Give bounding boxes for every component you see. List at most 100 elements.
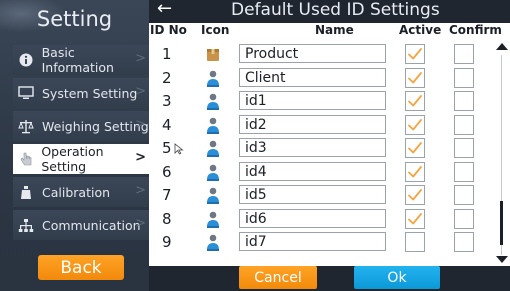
vertical-scrollbar[interactable] — [494, 43, 510, 268]
scale-icon — [15, 115, 37, 137]
sidebar-item-label: Operation Setting — [41, 144, 104, 174]
active-checkbox[interactable] — [405, 67, 425, 88]
back-arrow-icon[interactable]: ← — [157, 0, 172, 19]
id-name-field[interactable]: Client — [239, 67, 386, 87]
page-title: Default Used ID Settings — [231, 0, 440, 20]
table-row[interactable]: 7 id5 — [149, 184, 493, 208]
person-icon — [205, 186, 221, 205]
chevron-right-icon: > — [135, 150, 146, 165]
person-icon — [205, 92, 221, 111]
person-icon — [205, 69, 221, 88]
footer-bar: Cancel Ok — [149, 266, 510, 291]
active-checkbox[interactable] — [405, 44, 425, 64]
sidebar-item-weighing-setting[interactable]: Weighing Setting > — [13, 111, 149, 141]
row-id-number: 9 — [162, 233, 172, 251]
chevron-right-icon: > — [135, 51, 146, 66]
person-icon — [205, 116, 221, 135]
scroll-up-arrow-icon[interactable] — [496, 43, 508, 50]
chevron-right-icon: > — [135, 84, 146, 99]
sidebar-item-label: Basic Information — [41, 45, 114, 75]
id-name-field[interactable]: id4 — [239, 161, 386, 181]
sidebar-item-basic-information[interactable]: Basic Information > — [13, 45, 149, 75]
row-id-number: 5 — [162, 139, 172, 157]
sidebar-item-label: System Setting — [42, 85, 138, 101]
confirm-checkbox[interactable] — [454, 44, 474, 64]
back-button[interactable]: Back — [38, 255, 124, 280]
column-header-name: Name — [315, 23, 354, 37]
row-id-number: 1 — [162, 45, 172, 63]
table-row[interactable]: 3 id1 — [149, 90, 493, 114]
person-icon — [205, 210, 221, 229]
main-panel: ← Default Used ID Settings ID No Icon Na… — [149, 0, 510, 291]
id-name-field[interactable]: id6 — [239, 208, 386, 228]
column-header-id-no: ID No — [150, 23, 187, 37]
id-table: 1 Product 2 Client 3 id1 4 id2 5 id3 6 id4 7 id5 8 id6 9… — [149, 43, 493, 255]
active-checkbox[interactable] — [405, 185, 425, 205]
person-icon — [205, 233, 221, 252]
hand-icon — [15, 148, 36, 170]
confirm-checkbox[interactable] — [454, 208, 474, 229]
mouse-cursor-icon — [174, 143, 184, 158]
id-name-field[interactable]: id5 — [239, 185, 386, 204]
network-icon — [15, 214, 37, 236]
active-checkbox[interactable] — [405, 138, 425, 158]
table-row[interactable]: 6 id4 — [149, 161, 493, 185]
scroll-down-arrow-icon[interactable] — [496, 256, 508, 263]
row-id-number: 7 — [162, 186, 172, 204]
confirm-checkbox[interactable] — [454, 114, 474, 135]
active-checkbox[interactable] — [405, 161, 425, 182]
id-name-field[interactable]: Product — [239, 44, 386, 63]
cancel-button[interactable]: Cancel — [239, 266, 317, 289]
id-name-field[interactable]: id1 — [239, 91, 386, 110]
chevron-right-icon: > — [135, 117, 146, 132]
product-icon — [205, 45, 221, 64]
confirm-checkbox[interactable] — [454, 67, 474, 88]
sidebar: Setting Basic Information > System Setti… — [0, 0, 149, 291]
table-row[interactable]: 4 id2 — [149, 114, 493, 138]
active-checkbox[interactable] — [405, 208, 425, 229]
table-row[interactable]: 1 Product — [149, 43, 493, 67]
confirm-checkbox[interactable] — [454, 161, 474, 182]
person-icon — [205, 139, 221, 158]
row-id-number: 3 — [162, 92, 172, 110]
monitor-icon — [15, 82, 37, 104]
info-icon — [15, 49, 37, 71]
column-header-active: Active — [399, 23, 442, 37]
active-checkbox[interactable] — [405, 114, 425, 135]
chevron-right-icon: > — [135, 183, 146, 198]
row-id-number: 2 — [162, 68, 172, 87]
sidebar-item-communication[interactable]: Communication > — [13, 210, 149, 240]
row-id-number: 4 — [162, 115, 172, 134]
row-id-number: 8 — [162, 209, 172, 228]
row-id-number: 6 — [162, 162, 172, 181]
chevron-right-icon: > — [135, 216, 146, 231]
sidebar-item-operation-setting[interactable]: Operation Setting > — [13, 144, 149, 174]
title-bar: ← Default Used ID Settings — [149, 0, 510, 24]
sidebar-item-system-setting[interactable]: System Setting > — [13, 78, 149, 108]
sidebar-item-label: Weighing Setting — [42, 118, 149, 134]
person-icon — [205, 163, 221, 182]
table-row[interactable]: 2 Client — [149, 67, 493, 91]
id-name-field[interactable]: id7 — [239, 232, 386, 251]
active-checkbox[interactable] — [405, 232, 425, 252]
active-checkbox[interactable] — [405, 91, 425, 111]
weight-icon — [15, 181, 37, 203]
table-row[interactable]: 5 id3 — [149, 137, 493, 161]
table-row[interactable]: 9 id7 — [149, 231, 493, 255]
confirm-checkbox[interactable] — [454, 138, 474, 158]
confirm-checkbox[interactable] — [454, 185, 474, 205]
column-header-icon: Icon — [201, 23, 230, 37]
confirm-checkbox[interactable] — [454, 91, 474, 111]
sidebar-item-label: Calibration — [42, 184, 111, 200]
column-header-confirm: Confirm — [449, 23, 502, 37]
table-row[interactable]: 8 id6 — [149, 208, 493, 232]
id-name-field[interactable]: id2 — [239, 114, 386, 134]
id-name-field[interactable]: id3 — [239, 138, 386, 157]
sidebar-item-label: Communication — [42, 217, 141, 233]
sidebar-nav: Basic Information > System Setting > Wei… — [13, 45, 149, 243]
scroll-thumb[interactable] — [500, 201, 503, 245]
sidebar-item-calibration[interactable]: Calibration > — [13, 177, 149, 207]
ok-button[interactable]: Ok — [354, 266, 440, 289]
sidebar-title: Setting — [36, 7, 113, 31]
confirm-checkbox[interactable] — [454, 232, 474, 252]
